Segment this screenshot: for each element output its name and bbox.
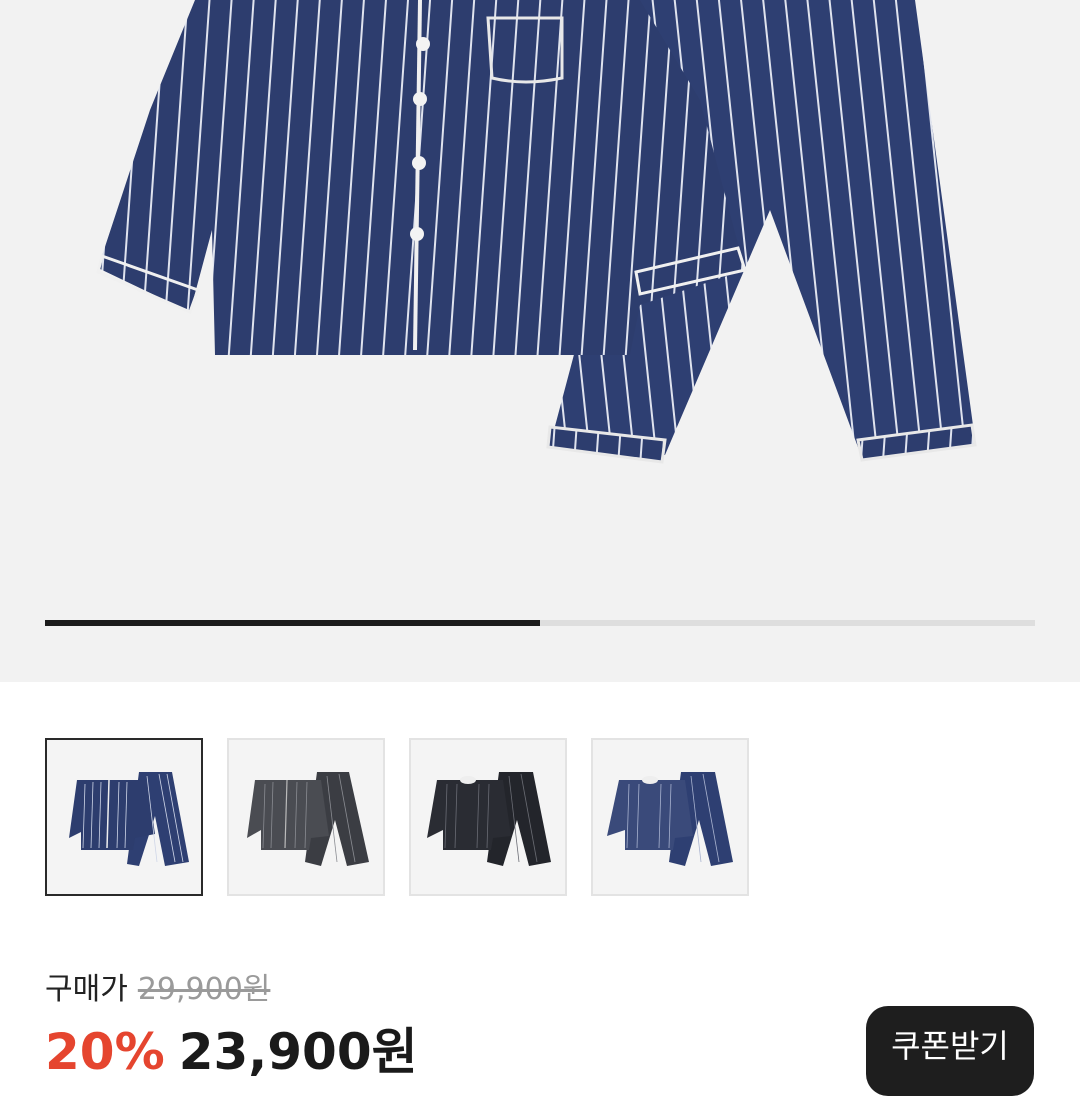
thumbnail-black-stripe-henley[interactable] bbox=[409, 738, 567, 896]
image-carousel-progress-fill bbox=[45, 620, 540, 626]
price-label: 구매가 bbox=[45, 972, 128, 1007]
thumbnail-image bbox=[607, 772, 733, 866]
product-main-image[interactable] bbox=[0, 0, 1080, 682]
thumbnail-image bbox=[427, 772, 551, 866]
thumbnail-list bbox=[45, 738, 749, 896]
pajama-set-illustration bbox=[96, 0, 977, 464]
thumbnail-image bbox=[69, 772, 189, 866]
sale-price: 23,900원 bbox=[178, 1023, 418, 1081]
sale-price-row: 20% 23,900원 bbox=[45, 1012, 418, 1084]
coupon-button[interactable]: 쿠폰받기 bbox=[866, 1006, 1034, 1096]
image-carousel-progress bbox=[45, 620, 1035, 626]
thumbnail-image bbox=[247, 772, 369, 866]
discount-rate: 20% bbox=[45, 1023, 165, 1081]
thumbnail-charcoal-stripe-shirt[interactable] bbox=[227, 738, 385, 896]
original-price: 29,900원 bbox=[137, 972, 271, 1007]
thumbnail-navy-stripe-shirt[interactable] bbox=[45, 738, 203, 896]
price-label-row: 구매가 29,900원 bbox=[45, 964, 270, 1008]
thumbnail-navy-stripe-henley[interactable] bbox=[591, 738, 749, 896]
